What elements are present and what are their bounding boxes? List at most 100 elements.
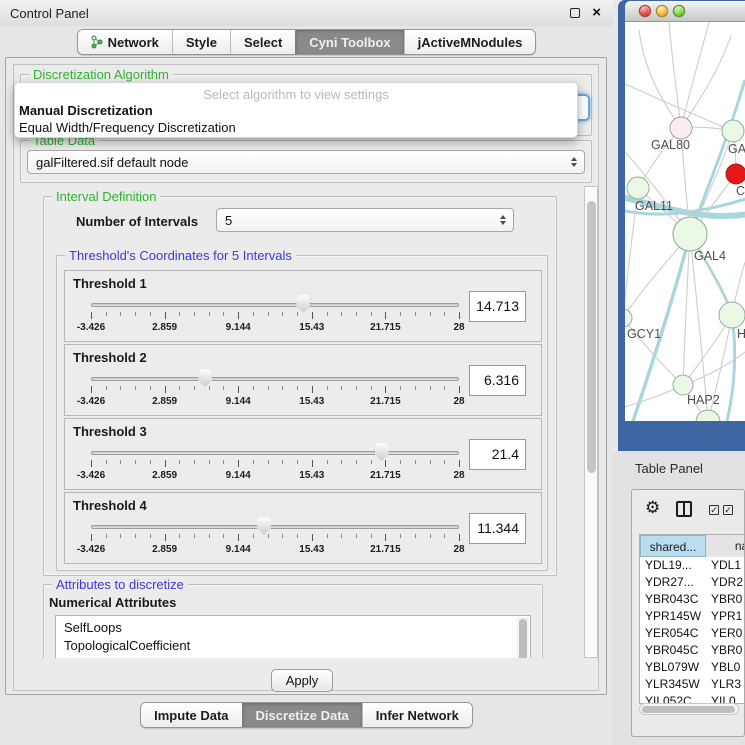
table-cell: YBR0 xyxy=(706,591,745,608)
table-row[interactable]: YBL079WYBL0 xyxy=(640,659,745,676)
thresholds-group-title: Threshold's Coordinates for 5 Intervals xyxy=(65,248,296,263)
tab-impute-data[interactable]: Impute Data xyxy=(141,703,241,727)
combo-stepper-icon xyxy=(568,157,584,167)
checkbox-icon[interactable]: ✓ xyxy=(723,505,733,515)
threshold-panel-threshold-3: Threshold 3-3.4262.8599.14415.4321.71528… xyxy=(64,418,542,490)
table-cell: YPR145W xyxy=(640,608,706,625)
column-header-name[interactable]: na xyxy=(706,535,745,557)
checkbox-icon[interactable]: ✓ xyxy=(709,505,719,515)
network-node-gcy1[interactable] xyxy=(625,309,632,327)
tab-label: Style xyxy=(186,35,217,50)
table-data-selected: galFiltered.sif default node xyxy=(36,155,568,170)
threshold-value-field[interactable]: 6.316 xyxy=(469,365,526,396)
slider-track[interactable] xyxy=(91,303,459,307)
close-traffic-light-icon[interactable] xyxy=(639,5,651,17)
slider-thumb[interactable] xyxy=(296,295,310,313)
table-cell: YBR043C xyxy=(640,591,706,608)
attribute-list-item[interactable]: BetweennessCentrality xyxy=(56,655,530,658)
bottom-tab-bar: Impute Data Discretize Data Infer Network xyxy=(0,702,613,728)
tab-cyni-toolbox[interactable]: Cyni Toolbox xyxy=(295,30,403,54)
slider-tick-labels: -3.4262.8599.14415.4321.71528 xyxy=(91,322,459,334)
network-node-gal4[interactable] xyxy=(673,217,707,251)
table-row[interactable]: YIL052CYIL0 xyxy=(640,693,745,703)
network-node-h[interactable] xyxy=(719,302,745,328)
apply-button[interactable]: Apply xyxy=(271,669,333,692)
table-row[interactable]: YDR27...YDR2 xyxy=(640,574,745,591)
attribute-list-item[interactable]: SelfLoops xyxy=(56,619,530,637)
slider-thumb[interactable] xyxy=(198,369,212,387)
node-label: GAL80 xyxy=(651,138,690,152)
slider-track[interactable] xyxy=(91,377,459,381)
attributes-list[interactable]: SelfLoopsTopologicalCoefficientBetweenne… xyxy=(55,615,531,658)
node-label: HAP2 xyxy=(687,393,720,407)
tab-label: Select xyxy=(244,35,282,50)
zoom-traffic-light-icon[interactable] xyxy=(673,5,685,17)
algorithm-option-equal-width-frequency-discretization[interactable]: Equal Width/Frequency Discretization xyxy=(19,120,236,135)
network-node-gal11[interactable] xyxy=(627,177,649,199)
network-node-hap2[interactable] xyxy=(673,375,693,395)
minimize-traffic-light-icon[interactable] xyxy=(656,5,668,17)
network-node-c[interactable] xyxy=(726,164,745,184)
threshold-value-field[interactable]: 14.713 xyxy=(469,291,526,322)
tab-jactivemnodules[interactable]: jActiveMNodules xyxy=(404,30,536,54)
tab-label: Discretize Data xyxy=(256,708,349,723)
table-cell: YIL052C xyxy=(640,693,706,703)
table-cell: YBR0 xyxy=(706,642,745,659)
close-icon[interactable]: × xyxy=(592,4,601,21)
table-cell: YIL0 xyxy=(706,693,745,703)
tab-style[interactable]: Style xyxy=(172,30,230,54)
node-table-panel: ⚙ ✓ ✓ shared...na YDL19...YDL1YDR27...YD… xyxy=(631,489,745,737)
column-header-shared-name[interactable]: shared... xyxy=(640,535,706,557)
tab-discretize-data[interactable]: Discretize Data xyxy=(242,703,362,727)
network-node-ga[interactable] xyxy=(722,120,744,142)
table-data-combobox[interactable]: galFiltered.sif default node xyxy=(27,150,585,174)
tab-infer-network[interactable]: Infer Network xyxy=(362,703,472,727)
table-cell: YLR3 xyxy=(706,676,745,693)
slider-track[interactable] xyxy=(91,451,459,455)
num-intervals-combobox[interactable]: 5 xyxy=(216,208,514,232)
table-cell: YDR27... xyxy=(640,574,706,591)
threshold-slider[interactable]: -3.4262.8599.14415.4321.71528 xyxy=(91,517,459,561)
tab-label: Impute Data xyxy=(154,708,228,723)
table-row[interactable]: YBR043CYBR0 xyxy=(640,591,745,608)
column-layout-icon[interactable] xyxy=(676,501,692,517)
tab-select[interactable]: Select xyxy=(230,30,295,54)
attribute-list-item[interactable]: TopologicalCoefficient xyxy=(56,637,530,655)
network-window: GAL80GACGAL11GAL4HGCY1HAP2 xyxy=(618,0,745,451)
gear-icon[interactable]: ⚙ xyxy=(645,498,660,518)
algorithm-option-manual-discretization[interactable]: Manual Discretization xyxy=(19,103,153,118)
threshold-slider[interactable]: -3.4262.8599.14415.4321.71528 xyxy=(91,295,459,339)
slider-track[interactable] xyxy=(91,525,459,529)
table-row[interactable]: YER054CYER0 xyxy=(640,625,745,642)
scrollbar-thumb[interactable] xyxy=(642,706,735,713)
table-cell: YER0 xyxy=(706,625,745,642)
network-canvas[interactable]: GAL80GACGAL11GAL4HGCY1HAP2 xyxy=(625,22,745,421)
scrollbar-thumb[interactable] xyxy=(587,201,596,473)
table-row[interactable]: YLR345WYLR3 xyxy=(640,676,745,693)
table-row[interactable]: YPR145WYPR1 xyxy=(640,608,745,625)
tab-label: Cyni Toolbox xyxy=(309,35,390,50)
slider-thumb[interactable] xyxy=(257,517,271,535)
attributes-list-scrollbar[interactable] xyxy=(517,617,529,658)
threshold-value-field[interactable]: 11.344 xyxy=(469,513,526,544)
settings-scrollbar[interactable] xyxy=(584,186,598,658)
network-node[interactable] xyxy=(696,410,720,421)
table-horizontal-scrollbar[interactable] xyxy=(639,703,739,715)
threshold-label: Threshold 1 xyxy=(73,276,147,291)
table-row[interactable]: YDL19...YDL1 xyxy=(640,557,745,574)
table-cell: YDL19... xyxy=(640,557,706,574)
threshold-slider[interactable]: -3.4262.8599.14415.4321.71528 xyxy=(91,443,459,487)
network-node-gal80[interactable] xyxy=(670,117,692,139)
threshold-value-field[interactable]: 21.4 xyxy=(469,439,526,470)
table-row[interactable]: YBR045CYBR0 xyxy=(640,642,745,659)
num-intervals-label: Number of Intervals xyxy=(76,214,198,229)
settings-scrollpane: Interval Definition Number of Intervals … xyxy=(20,186,584,658)
scrollbar-thumb[interactable] xyxy=(519,619,527,658)
tab-network[interactable]: Network xyxy=(78,30,172,54)
slider-thumb[interactable] xyxy=(375,443,389,461)
slider-ticks xyxy=(91,312,459,320)
table-panel: Table Panel ⚙ ✓ ✓ shared...na YDL19...YD… xyxy=(613,451,745,745)
float-window-icon[interactable] xyxy=(570,8,580,18)
top-tab-bar: Network Style Select Cyni Toolbox jActiveMNo… xyxy=(0,29,613,55)
threshold-slider[interactable]: -3.4262.8599.14415.4321.71528 xyxy=(91,369,459,413)
